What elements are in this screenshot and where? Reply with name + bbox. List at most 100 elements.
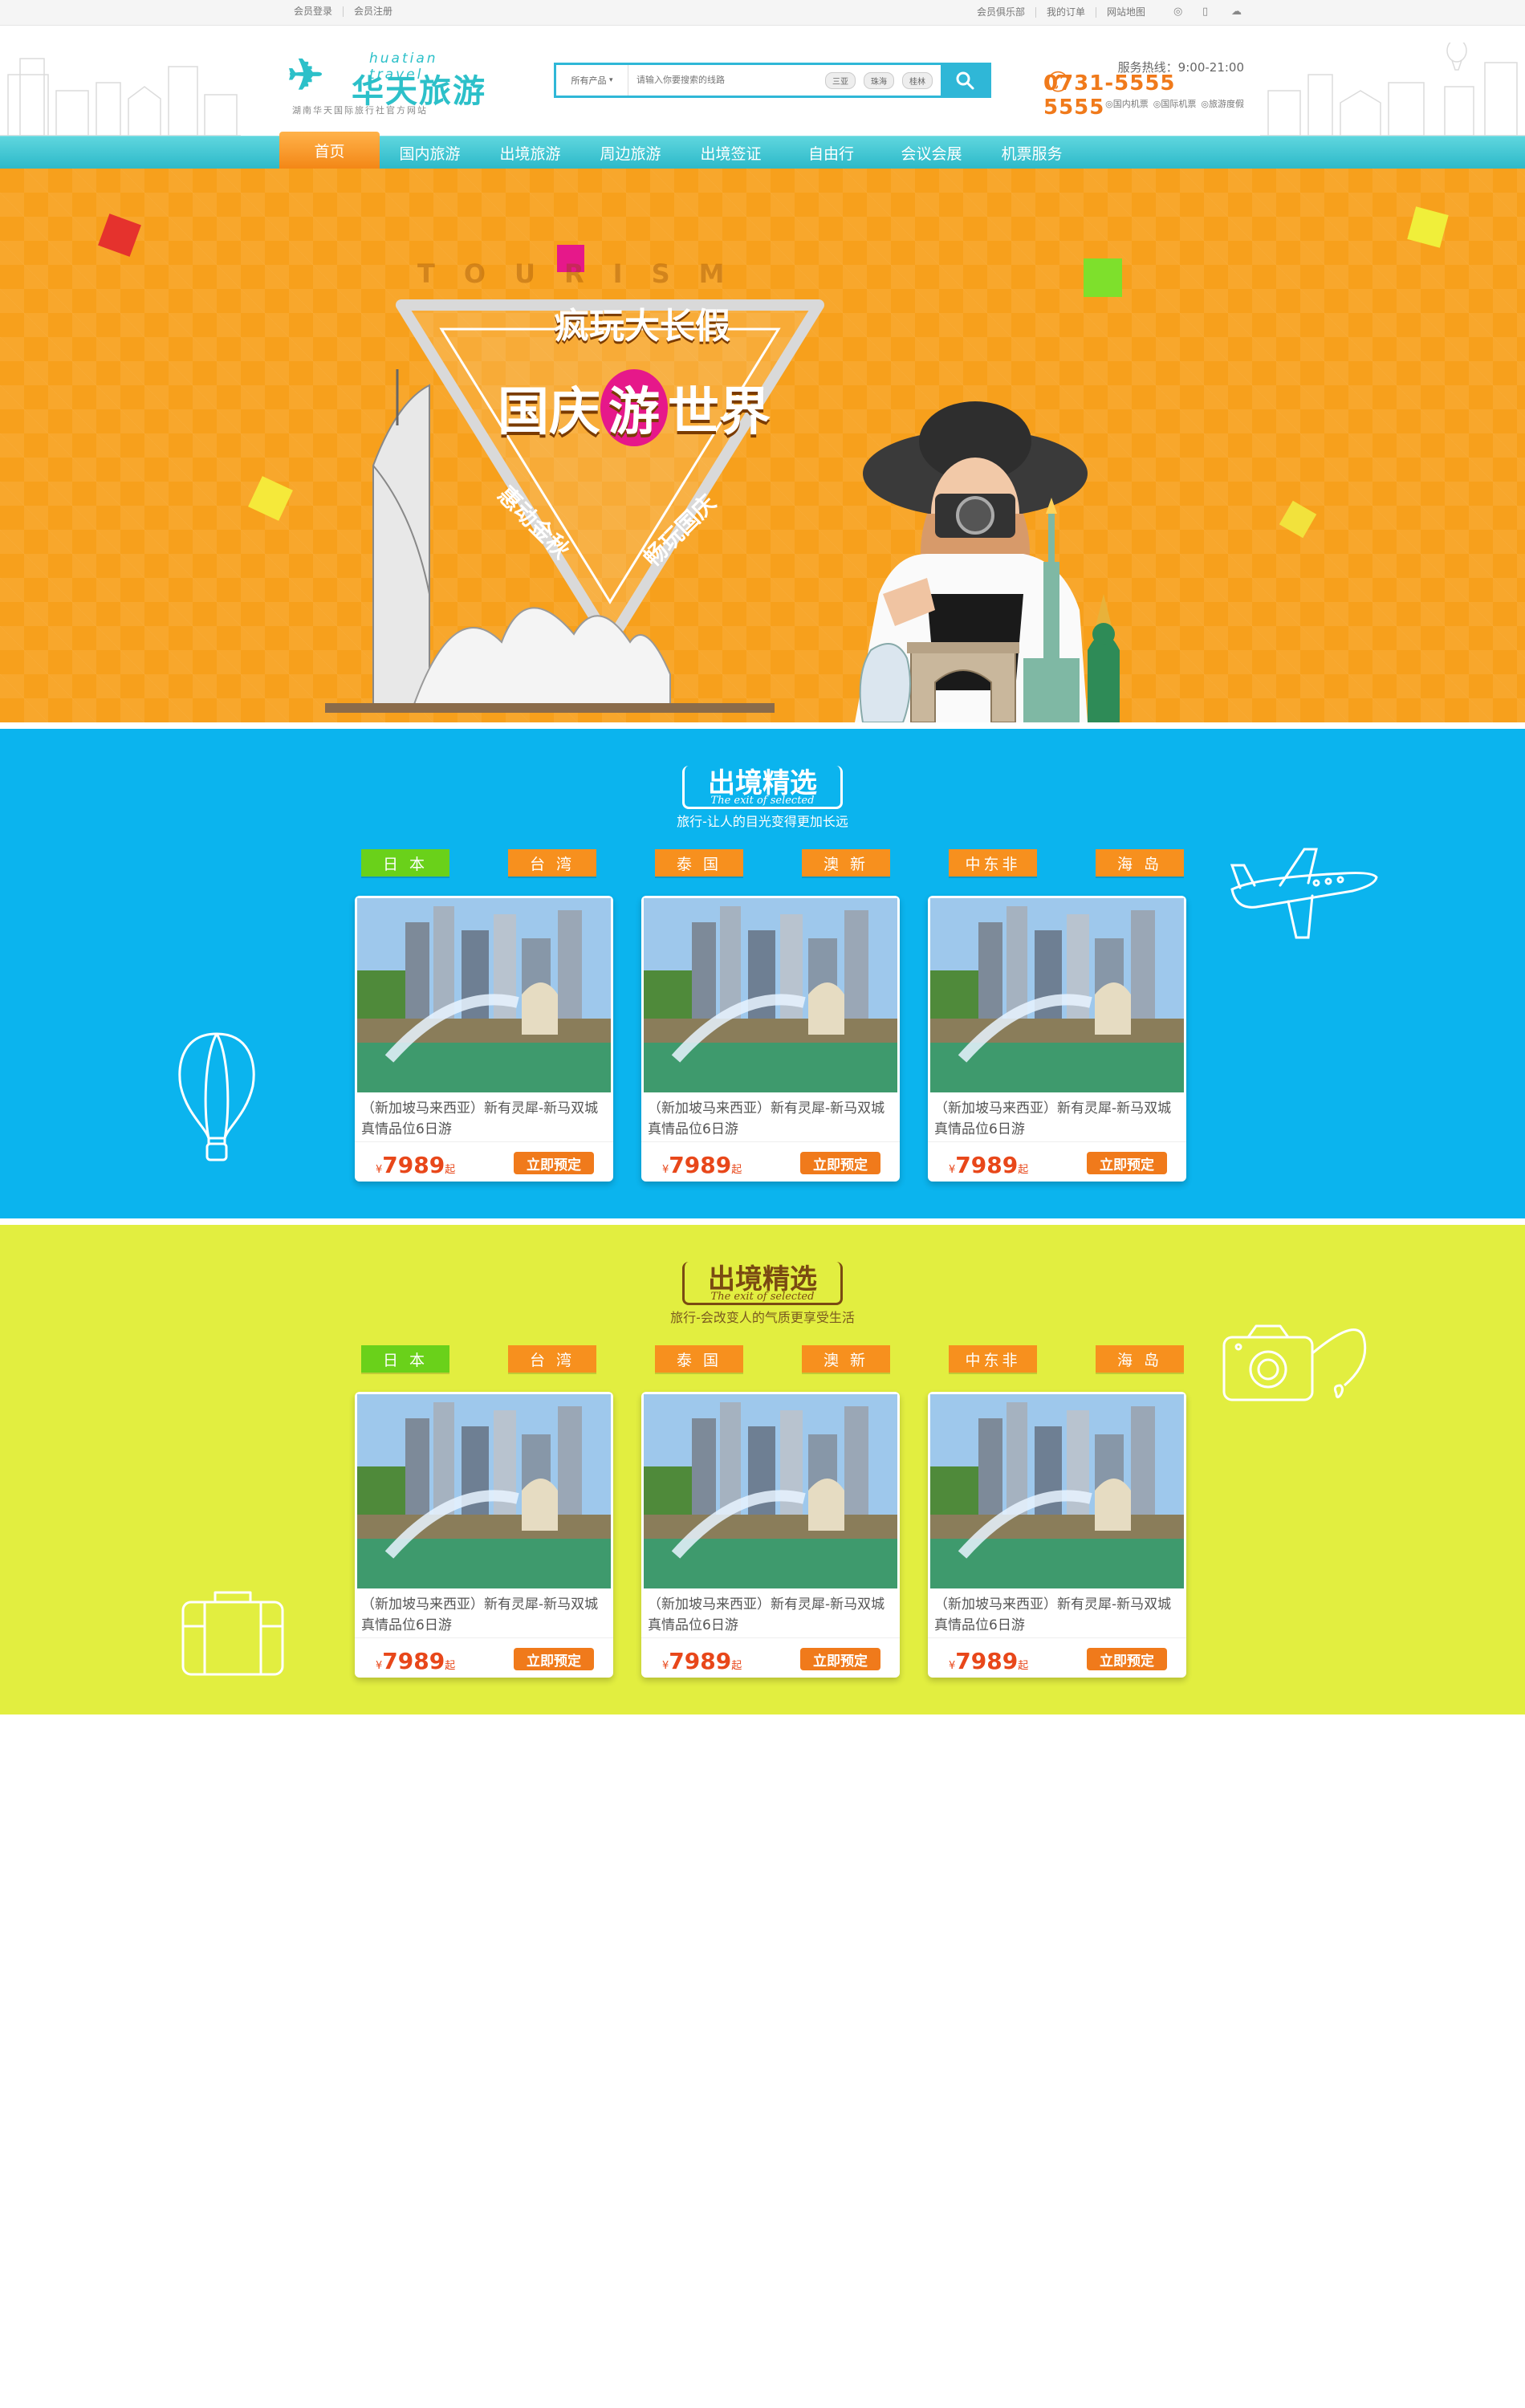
book-now-button[interactable]: 立即预定 xyxy=(514,1648,594,1670)
member-club-link[interactable]: 会员俱乐部 xyxy=(966,6,1035,18)
weibo-icon[interactable]: ◎ xyxy=(1173,6,1185,18)
tab-mideast-africa[interactable]: 中东非 xyxy=(949,1345,1037,1373)
tab-japan[interactable]: 日 本 xyxy=(361,1345,449,1373)
search-icon xyxy=(956,71,974,90)
price-value: 7989 xyxy=(382,1648,445,1674)
book-now-button[interactable]: 立即预定 xyxy=(800,1152,880,1174)
tab-aus-nz[interactable]: 澳 新 xyxy=(802,849,890,877)
tour-cards: （新加坡马来西亚）新有灵犀-新马双城真情品位6日游 ¥7989起 立即预定 （新… xyxy=(355,896,1190,1182)
price-value: 7989 xyxy=(955,1152,1019,1178)
my-orders-link[interactable]: 我的订单 xyxy=(1035,6,1096,18)
search-category-select[interactable]: 所有产品 ▾ xyxy=(556,65,628,96)
intl-ticket-link[interactable]: ◎国际机票 xyxy=(1153,97,1197,110)
suitcase-icon xyxy=(181,1591,284,1676)
logo-mark-icon: ✈ xyxy=(287,49,324,100)
tour-card[interactable]: （新加坡马来西亚）新有灵犀-新马双城真情品位6日游 ¥7989起 立即预定 xyxy=(355,896,613,1182)
tour-photo xyxy=(930,1394,1184,1588)
airplane-icon xyxy=(1230,848,1378,939)
tab-aus-nz[interactable]: 澳 新 xyxy=(802,1345,890,1373)
book-now-button[interactable]: 立即预定 xyxy=(800,1648,880,1670)
region-tabs: 日 本 台 湾 泰 国 澳 新 中东非 海 岛 xyxy=(361,1345,1184,1373)
tab-thailand[interactable]: 泰 国 xyxy=(655,849,743,877)
tour-card[interactable]: （新加坡马来西亚）新有灵犀-新马双城真情品位6日游 ¥7989起 立即预定 xyxy=(641,896,900,1182)
hotline: ✆ 服务热线：9:00-21:00 0731-5555 5555 ◎国内机票 ◎… xyxy=(1043,59,1244,120)
tour-title[interactable]: （新加坡马来西亚）新有灵犀-新马双城真情品位6日游 xyxy=(934,1098,1180,1140)
hero-banner[interactable]: TOURISM 疯玩大长假 国庆游世界 惠动金秋 畅玩国庆 xyxy=(0,169,1525,722)
section-subtitle: 旅行-会改变人的气质更享受生活 xyxy=(670,1310,855,1325)
nav-item-flights[interactable]: 机票服务 xyxy=(982,136,1082,169)
tour-photo xyxy=(930,898,1184,1092)
vacation-link[interactable]: ◎旅游度假 xyxy=(1201,97,1244,110)
price-suffix: 起 xyxy=(1018,1660,1029,1672)
tour-title[interactable]: （新加坡马来西亚）新有灵犀-新马双城真情品位6日游 xyxy=(361,1594,607,1636)
mobile-icon[interactable]: ▯ xyxy=(1202,6,1214,18)
outbound-section-2: 出境精选 The exit of selected 旅行-会改变人的气质更享受生… xyxy=(0,1225,1525,1714)
nav-item-conference[interactable]: 会议会展 xyxy=(881,136,982,169)
tour-photo xyxy=(357,898,611,1092)
register-link[interactable]: 会员注册 xyxy=(343,6,403,17)
banner-tourism-text: TOURISM xyxy=(417,258,754,289)
tour-card[interactable]: （新加坡马来西亚）新有灵犀-新马双城真情品位6日游 ¥7989起 立即预定 xyxy=(355,1392,613,1678)
tab-mideast-africa[interactable]: 中东非 xyxy=(949,849,1037,877)
search-bar: 所有产品 ▾ 三亚 珠海 桂林 xyxy=(554,63,991,98)
price-value: 7989 xyxy=(955,1648,1019,1674)
tour-cards: （新加坡马来西亚）新有灵犀-新马双城真情品位6日游 ¥7989起 立即预定 （新… xyxy=(355,1392,1190,1678)
search-tag[interactable]: 珠海 xyxy=(864,71,894,89)
tour-photo xyxy=(644,898,897,1092)
tour-title[interactable]: （新加坡马来西亚）新有灵犀-新马双城真情品位6日游 xyxy=(648,1098,893,1140)
wechat-icon[interactable]: ☁ xyxy=(1231,6,1242,18)
section-title: 出境精选 The exit of selected xyxy=(682,761,843,809)
login-link[interactable]: 会员登录 xyxy=(294,6,343,17)
nav-item-nearby[interactable]: 周边旅游 xyxy=(580,136,681,169)
search-tag[interactable]: 桂林 xyxy=(902,71,933,89)
tour-card[interactable]: （新加坡马来西亚）新有灵犀-新马双城真情品位6日游 ¥7989起 立即预定 xyxy=(928,1392,1186,1678)
tour-card[interactable]: （新加坡马来西亚）新有灵犀-新马双城真情品位6日游 ¥7989起 立即预定 xyxy=(641,1392,900,1678)
landmarks-illustration xyxy=(325,369,1120,722)
search-input[interactable] xyxy=(628,65,825,96)
tab-islands[interactable]: 海 岛 xyxy=(1096,1345,1184,1373)
tour-card[interactable]: （新加坡马来西亚）新有灵犀-新马双城真情品位6日游 ¥7989起 立即预定 xyxy=(928,896,1186,1182)
tab-japan[interactable]: 日 本 xyxy=(361,849,449,877)
logo-subtitle: 湖南华天国际旅行社官方网站 xyxy=(292,105,428,116)
price-value: 7989 xyxy=(382,1152,445,1178)
tour-footer: ¥7989起 立即预定 xyxy=(355,1141,613,1182)
tour-footer: ¥7989起 立即预定 xyxy=(928,1637,1186,1678)
price-value: 7989 xyxy=(669,1152,732,1178)
book-now-button[interactable]: 立即预定 xyxy=(1087,1152,1167,1174)
price-suffix: 起 xyxy=(445,1660,456,1672)
price-suffix: 起 xyxy=(731,1164,742,1176)
nav-item-outbound[interactable]: 出境旅游 xyxy=(480,136,580,169)
tab-islands[interactable]: 海 岛 xyxy=(1096,849,1184,877)
book-now-button[interactable]: 立即预定 xyxy=(514,1152,594,1174)
domestic-ticket-link[interactable]: ◎国内机票 xyxy=(1105,97,1149,110)
tour-price: ¥7989起 xyxy=(949,1152,1028,1178)
tour-footer: ¥7989起 立即预定 xyxy=(355,1637,613,1678)
search-tag[interactable]: 三亚 xyxy=(825,71,856,89)
section-title-english: The exit of selected xyxy=(710,795,815,807)
price-value: 7989 xyxy=(669,1648,732,1674)
region-tabs: 日 本 台 湾 泰 国 澳 新 中东非 海 岛 xyxy=(361,849,1184,877)
search-button[interactable] xyxy=(941,65,989,96)
main-nav: 首页 国内旅游 出境旅游 周边旅游 出境签证 自由行 会议会展 机票服务 xyxy=(0,132,1525,169)
tab-taiwan[interactable]: 台 湾 xyxy=(508,1345,596,1373)
sitemap-link[interactable]: 网站地图 xyxy=(1095,6,1156,18)
tab-taiwan[interactable]: 台 湾 xyxy=(508,849,596,877)
tour-footer: ¥7989起 立即预定 xyxy=(641,1141,900,1182)
tour-footer: ¥7989起 立即预定 xyxy=(641,1637,900,1678)
logo[interactable]: ✈ huatian travel 华天旅游 湖南华天国际旅行社官方网站 xyxy=(287,49,496,116)
nav-item-visa[interactable]: 出境签证 xyxy=(681,136,781,169)
tab-thailand[interactable]: 泰 国 xyxy=(655,1345,743,1373)
tour-price: ¥7989起 xyxy=(376,1152,455,1178)
tour-price: ¥7989起 xyxy=(949,1648,1028,1674)
tour-photo xyxy=(357,1394,611,1588)
tour-title[interactable]: （新加坡马来西亚）新有灵犀-新马双城真情品位6日游 xyxy=(361,1098,607,1140)
section-title-english: The exit of selected xyxy=(710,1291,815,1303)
header: ✈ huatian travel 华天旅游 湖南华天国际旅行社官方网站 所有产品… xyxy=(0,26,1525,136)
nav-item-free-travel[interactable]: 自由行 xyxy=(781,136,881,169)
section-title: 出境精选 The exit of selected xyxy=(682,1257,843,1305)
tour-title[interactable]: （新加坡马来西亚）新有灵犀-新马双城真情品位6日游 xyxy=(648,1594,893,1636)
tour-title[interactable]: （新加坡马来西亚）新有灵犀-新马双城真情品位6日游 xyxy=(934,1594,1180,1636)
nav-item-home[interactable]: 首页 xyxy=(279,132,380,169)
book-now-button[interactable]: 立即预定 xyxy=(1087,1648,1167,1670)
nav-item-domestic[interactable]: 国内旅游 xyxy=(380,136,480,169)
